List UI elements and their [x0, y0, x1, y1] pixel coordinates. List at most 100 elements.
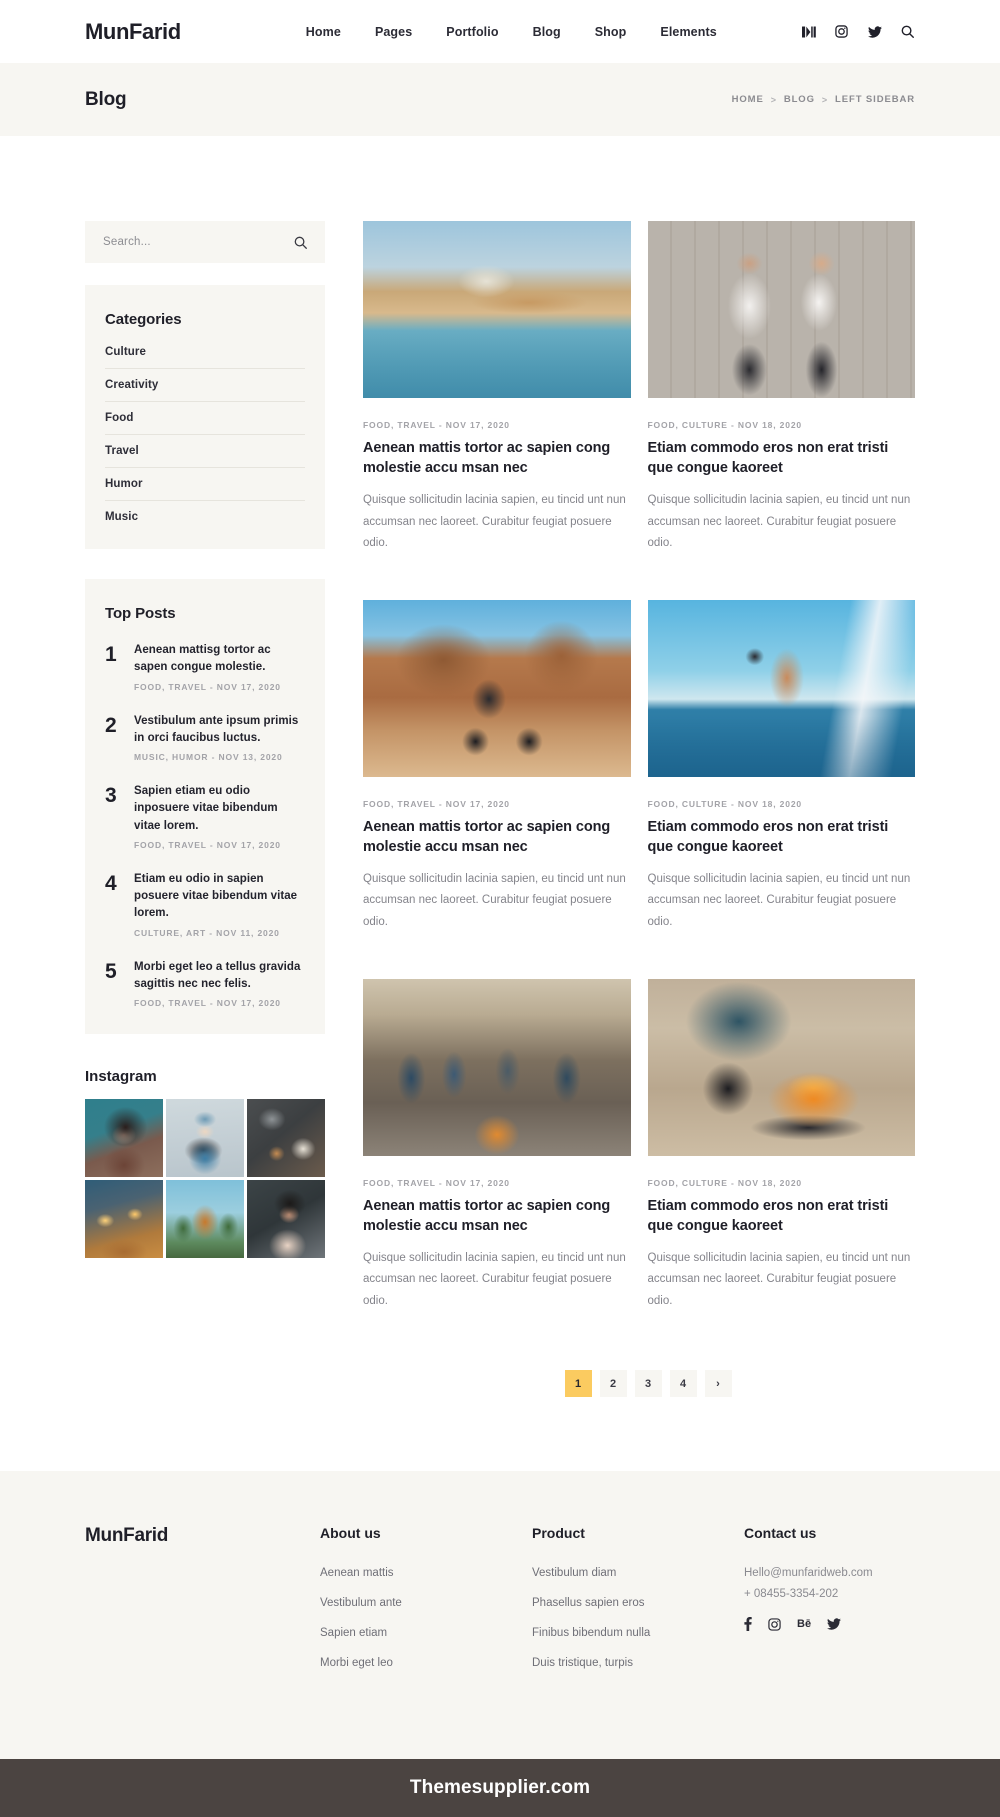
post-excerpt: Quisque sollicitudin lacinia sapien, eu … [363, 494, 626, 550]
blog-post-grid-container: FOOD, TRAVEL - NOV 17, 2020 Aenean matti… [363, 221, 916, 1398]
category-item-music[interactable]: Music [105, 501, 305, 525]
top-post-item[interactable]: 2 Vestibulum ante ipsum primis in orci f… [105, 713, 305, 763]
instagram-photo-5[interactable] [166, 1180, 244, 1258]
top-post-rank: 3 [105, 784, 117, 807]
twitter-icon[interactable] [867, 24, 882, 39]
post-title[interactable]: Etiam commodo eros non erat tristi que c… [648, 1196, 916, 1236]
top-post-item[interactable]: 4 Etiam eu odio in sapien posuere vitae … [105, 871, 305, 938]
blog-post-card[interactable]: FOOD, TRAVEL - NOV 17, 2020 Aenean matti… [363, 978, 631, 1313]
search-submit-button[interactable] [294, 236, 307, 249]
instagram-photo-3[interactable] [247, 1099, 325, 1177]
category-item-travel[interactable]: Travel [105, 435, 305, 468]
instagram-photo-4[interactable] [85, 1180, 163, 1258]
search-icon[interactable] [900, 24, 915, 39]
category-item-food[interactable]: Food [105, 402, 305, 435]
main-navigation: Home Pages Portfolio Blog Shop Elements [306, 25, 717, 39]
top-post-rank: 2 [105, 713, 117, 737]
breadcrumb-item-current: LEFT SIDEBAR [835, 94, 915, 105]
footer-link[interactable]: Phasellus sapien eros [532, 1597, 744, 1609]
post-meta: FOOD, CULTURE - NOV 18, 2020 [647, 1177, 802, 1188]
instagram-photo-6[interactable] [247, 1180, 325, 1258]
page-body: Categories Culture Creativity Food Trave… [0, 136, 1000, 1398]
footer-link[interactable]: Vestibulum ante [320, 1597, 532, 1609]
pagination-page-3[interactable]: 3 [634, 1370, 662, 1398]
pagination: 1 2 3 4 › [363, 1370, 915, 1398]
post-thumbnail-sailboat[interactable] [647, 599, 915, 777]
instagram-grid [85, 1099, 325, 1258]
footer-link[interactable]: Vestibulum diam [532, 1567, 744, 1579]
pagination-page-1[interactable]: 1 [564, 1370, 592, 1398]
category-item-humor[interactable]: Humor [105, 468, 305, 501]
top-post-item[interactable]: 3 Sapien etiam eu odio inposuere vitae b… [105, 783, 305, 850]
footer-logo[interactable]: MunFarid [85, 1525, 320, 1547]
pagination-page-4[interactable]: 4 [669, 1370, 697, 1398]
category-item-creativity[interactable]: Creativity [105, 369, 305, 402]
categories-title: Categories [105, 311, 182, 328]
post-meta: FOOD, TRAVEL - NOV 17, 2020 [363, 1177, 510, 1188]
post-meta: FOOD, CULTURE - NOV 18, 2020 [647, 420, 802, 430]
post-title[interactable]: Aenean mattis tortor ac sapien cong mole… [363, 438, 631, 478]
footer-link[interactable]: Morbi eget leo [320, 1657, 532, 1669]
top-posts-list: 1 Aenean mattisg tortor ac sapen congue … [105, 642, 305, 1008]
pagination-next-button[interactable]: › [704, 1370, 732, 1398]
breadcrumb-item-blog[interactable]: BLOG [784, 94, 815, 105]
post-title[interactable]: Etiam commodo eros non erat tristi que c… [648, 438, 916, 478]
behance-icon[interactable]: Bē [797, 1618, 811, 1630]
instagram-photo-2[interactable] [166, 1099, 244, 1177]
post-excerpt: Quisque sollicitudin lacinia sapien, eu … [647, 1251, 911, 1307]
instagram-widget: Instagram [85, 1068, 325, 1258]
top-post-title: Vestibulum ante ipsum primis in orci fau… [134, 714, 299, 744]
nav-item-shop[interactable]: Shop [595, 25, 627, 39]
nav-item-portfolio[interactable]: Portfolio [446, 25, 498, 39]
instagram-title: Instagram [85, 1068, 157, 1085]
top-post-meta: FOOD, TRAVEL - NOV 17, 2020 [134, 998, 281, 1008]
post-title[interactable]: Aenean mattis tortor ac sapien cong mole… [363, 1196, 631, 1236]
category-item-culture[interactable]: Culture [105, 344, 305, 369]
search-input[interactable] [103, 236, 294, 248]
post-thumbnail-campfire[interactable] [363, 978, 631, 1156]
post-thumbnail-biker[interactable] [363, 599, 631, 777]
footer-column-title: Product [532, 1525, 585, 1542]
post-thumbnail-couple[interactable] [647, 221, 915, 398]
nav-item-pages[interactable]: Pages [375, 25, 412, 39]
site-footer: MunFarid About us Aenean mattis Vestibul… [0, 1471, 1000, 1760]
twitter-icon[interactable] [827, 1618, 842, 1631]
post-excerpt: Quisque sollicitudin lacinia sapien, eu … [363, 1251, 626, 1307]
breadcrumb-separator-icon: > [821, 94, 829, 105]
search-widget [85, 221, 325, 263]
top-post-item[interactable]: 5 Morbi eget leo a tellus gravida sagitt… [105, 959, 305, 1009]
instagram-photo-1[interactable] [85, 1099, 163, 1177]
footer-link[interactable]: Aenean mattis [320, 1567, 532, 1579]
site-logo[interactable]: MunFarid [85, 19, 181, 45]
contact-phone[interactable]: + 08455-3354-202 [744, 1588, 873, 1600]
facebook-icon[interactable] [744, 1617, 752, 1632]
blog-post-card[interactable]: FOOD, CULTURE - NOV 18, 2020 Etiam commo… [647, 978, 916, 1313]
footer-link[interactable]: Duis tristique, turpis [532, 1657, 744, 1669]
post-title[interactable]: Etiam commodo eros non erat tristi que c… [648, 817, 916, 857]
bottom-bar-text: Themesupplier.com [409, 1777, 591, 1799]
blog-post-card[interactable]: FOOD, TRAVEL - NOV 17, 2020 Aenean matti… [363, 221, 631, 555]
instagram-icon[interactable] [834, 24, 849, 39]
footer-link[interactable]: Sapien etiam [320, 1627, 532, 1639]
pagination-page-2[interactable]: 2 [599, 1370, 627, 1398]
post-thumbnail-venice[interactable] [363, 221, 631, 398]
top-posts-title: Top Posts [105, 605, 176, 622]
medium-icon[interactable] [801, 24, 816, 39]
instagram-icon[interactable] [768, 1618, 781, 1631]
post-thumbnail-beach-grill[interactable] [647, 978, 915, 1156]
blog-post-card[interactable]: FOOD, TRAVEL - NOV 17, 2020 Aenean matti… [363, 599, 631, 934]
top-post-item[interactable]: 1 Aenean mattisg tortor ac sapen congue … [105, 642, 305, 692]
post-meta: FOOD, TRAVEL - NOV 17, 2020 [363, 798, 510, 809]
footer-link[interactable]: Finibus bibendum nulla [532, 1627, 744, 1639]
breadcrumb-separator-icon: > [770, 94, 777, 105]
nav-item-home[interactable]: Home [306, 25, 341, 39]
nav-item-blog[interactable]: Blog [533, 25, 561, 39]
contact-email[interactable]: Hello@munfaridweb.com [744, 1567, 873, 1579]
blog-post-card[interactable]: FOOD, CULTURE - NOV 18, 2020 Etiam commo… [647, 599, 916, 934]
post-excerpt: Quisque sollicitudin lacinia sapien, eu … [647, 494, 911, 550]
blog-post-card[interactable]: FOOD, CULTURE - NOV 18, 2020 Etiam commo… [647, 221, 916, 555]
post-title[interactable]: Aenean mattis tortor ac sapien cong mole… [363, 817, 631, 857]
nav-item-elements[interactable]: Elements [660, 25, 716, 39]
breadcrumb-item-home[interactable]: HOME [732, 94, 764, 105]
top-post-meta: FOOD, TRAVEL - NOV 17, 2020 [134, 839, 281, 850]
